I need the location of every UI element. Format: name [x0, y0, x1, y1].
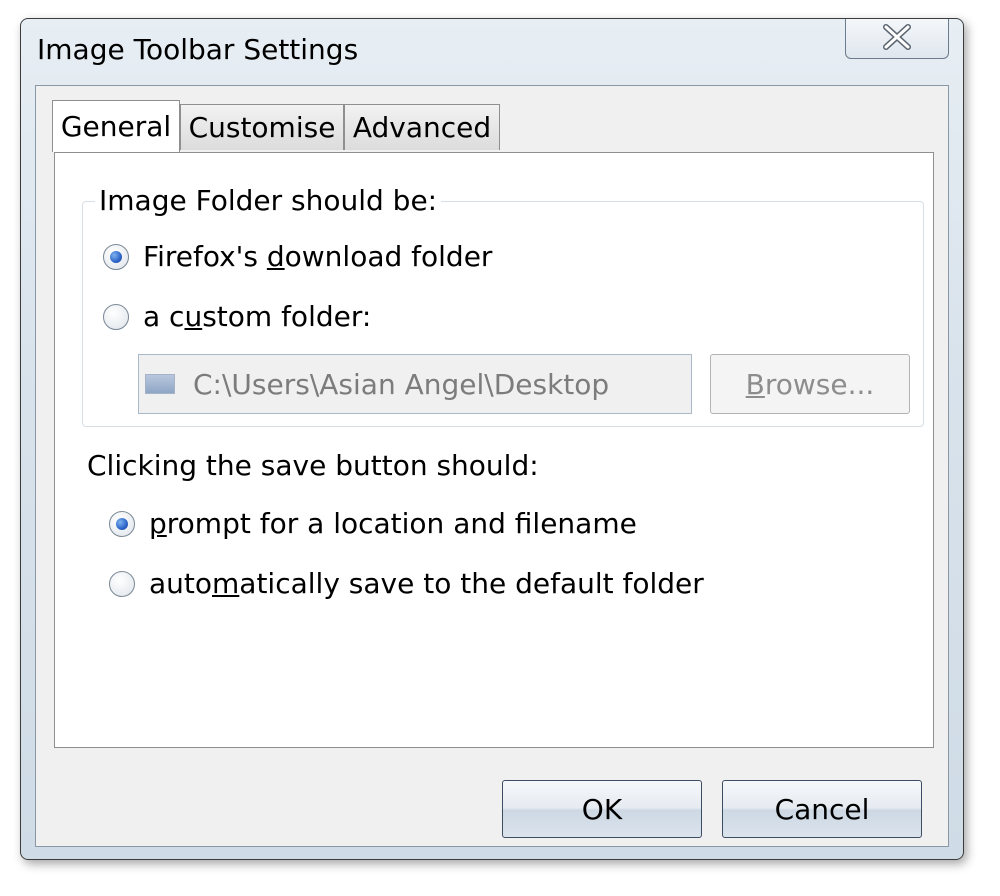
tab-customise[interactable]: Customise [180, 104, 344, 150]
tab-advanced[interactable]: Advanced [344, 104, 500, 150]
ok-button[interactable]: OK [502, 780, 702, 838]
radio-label: a custom folder: [143, 300, 372, 333]
radio-download-folder[interactable]: Firefox's download folder [103, 240, 492, 273]
path-value: C:\Users\Asian Angel\Desktop [193, 367, 610, 401]
radio-custom-folder[interactable]: a custom folder: [103, 300, 371, 333]
radio-auto-save[interactable]: automatically save to the default folder [109, 567, 704, 600]
radio-label: automatically save to the default folder [149, 567, 704, 600]
cancel-button[interactable]: Cancel [722, 780, 922, 838]
close-icon [880, 23, 914, 54]
folder-icon [145, 374, 175, 394]
radio-label: prompt for a location and filename [149, 507, 637, 540]
tab-panel-general: Image Folder should be: Firefox's downlo… [54, 152, 934, 748]
radio-label: Firefox's download folder [143, 240, 493, 273]
custom-folder-path-field[interactable]: C:\Users\Asian Angel\Desktop [138, 354, 692, 414]
radio-button-checked[interactable] [103, 243, 129, 270]
window-title: Image Toolbar Settings [37, 33, 359, 66]
radio-button-checked[interactable] [109, 510, 135, 537]
dialog-window: Image Toolbar Settings General Customise… [20, 18, 964, 860]
close-button[interactable] [845, 19, 949, 59]
dialog-client: General Customise Advanced Image Folder … [35, 85, 949, 847]
save-behavior-label: Clicking the save button should: [87, 449, 539, 482]
tab-general[interactable]: General [52, 100, 180, 152]
group-legend: Image Folder should be: [95, 184, 442, 217]
radio-prompt-location[interactable]: prompt for a location and filename [109, 507, 637, 540]
radio-button[interactable] [103, 303, 129, 330]
radio-button[interactable] [109, 570, 135, 597]
browse-button[interactable]: Browse... [710, 354, 910, 414]
